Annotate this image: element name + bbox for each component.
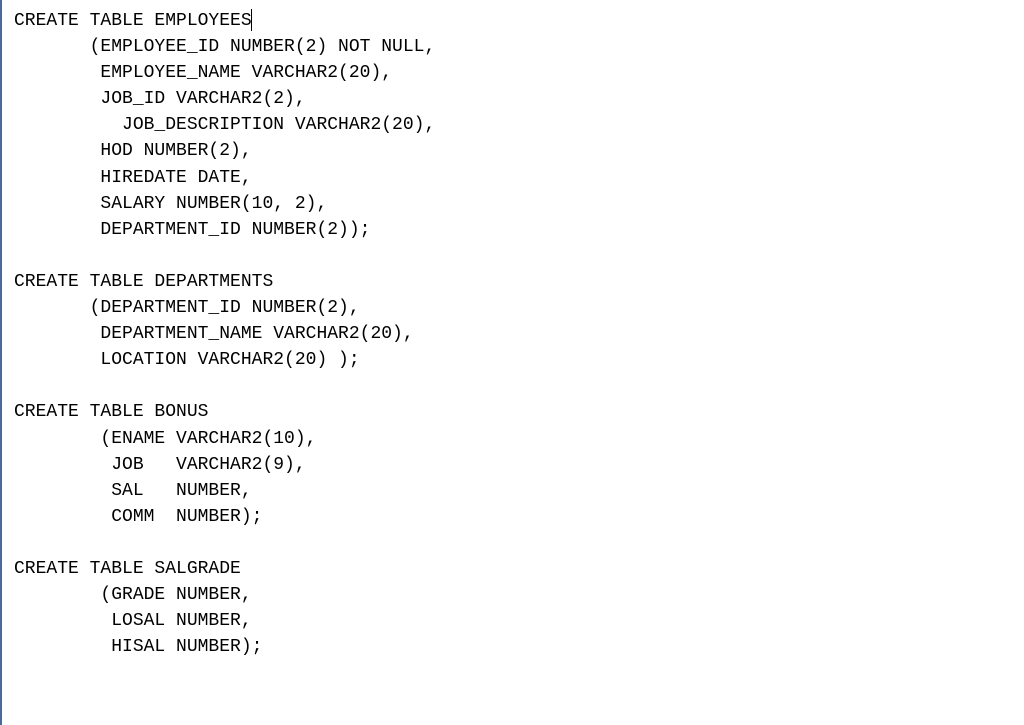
code-line: HIREDATE DATE, [14,165,1012,191]
code-line: CREATE TABLE EMPLOYEES [14,8,1012,34]
code-line: HOD NUMBER(2), [14,138,1012,164]
code-line: JOB_ID VARCHAR2(2), [14,86,1012,112]
code-editor[interactable]: CREATE TABLE EMPLOYEES (EMPLOYEE_ID NUMB… [14,8,1012,660]
code-line: DEPARTMENT_NAME VARCHAR2(20), [14,321,1012,347]
code-line: EMPLOYEE_NAME VARCHAR2(20), [14,60,1012,86]
code-line: (EMPLOYEE_ID NUMBER(2) NOT NULL, [14,34,1012,60]
code-line: HISAL NUMBER); [14,634,1012,660]
code-line: CREATE TABLE SALGRADE [14,556,1012,582]
code-line: COMM NUMBER); [14,504,1012,530]
code-line: CREATE TABLE BONUS [14,399,1012,425]
code-line [14,530,1012,556]
code-line: CREATE TABLE DEPARTMENTS [14,269,1012,295]
code-line [14,243,1012,269]
code-line: JOB VARCHAR2(9), [14,452,1012,478]
code-line: SAL NUMBER, [14,478,1012,504]
code-line: DEPARTMENT_ID NUMBER(2)); [14,217,1012,243]
code-line: LOCATION VARCHAR2(20) ); [14,347,1012,373]
code-line: SALARY NUMBER(10, 2), [14,191,1012,217]
code-line: LOSAL NUMBER, [14,608,1012,634]
code-line: (GRADE NUMBER, [14,582,1012,608]
code-line [14,373,1012,399]
code-line: (ENAME VARCHAR2(10), [14,426,1012,452]
code-line: (DEPARTMENT_ID NUMBER(2), [14,295,1012,321]
text-cursor [251,9,252,31]
code-line: JOB_DESCRIPTION VARCHAR2(20), [14,112,1012,138]
